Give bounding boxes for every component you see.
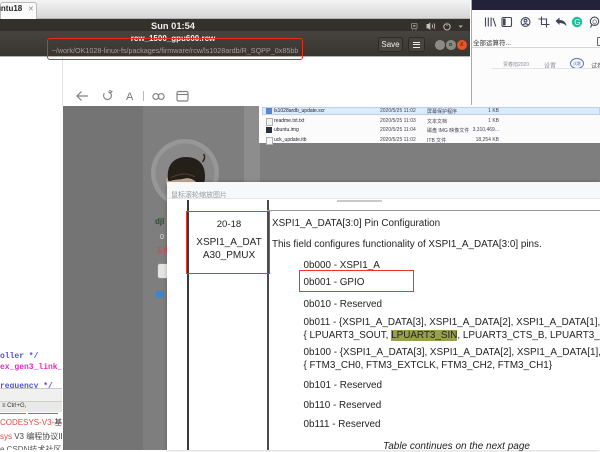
- svg-text:G: G: [574, 18, 580, 27]
- svg-text:Q: Q: [592, 20, 597, 26]
- svg-text:A: A: [126, 91, 134, 103]
